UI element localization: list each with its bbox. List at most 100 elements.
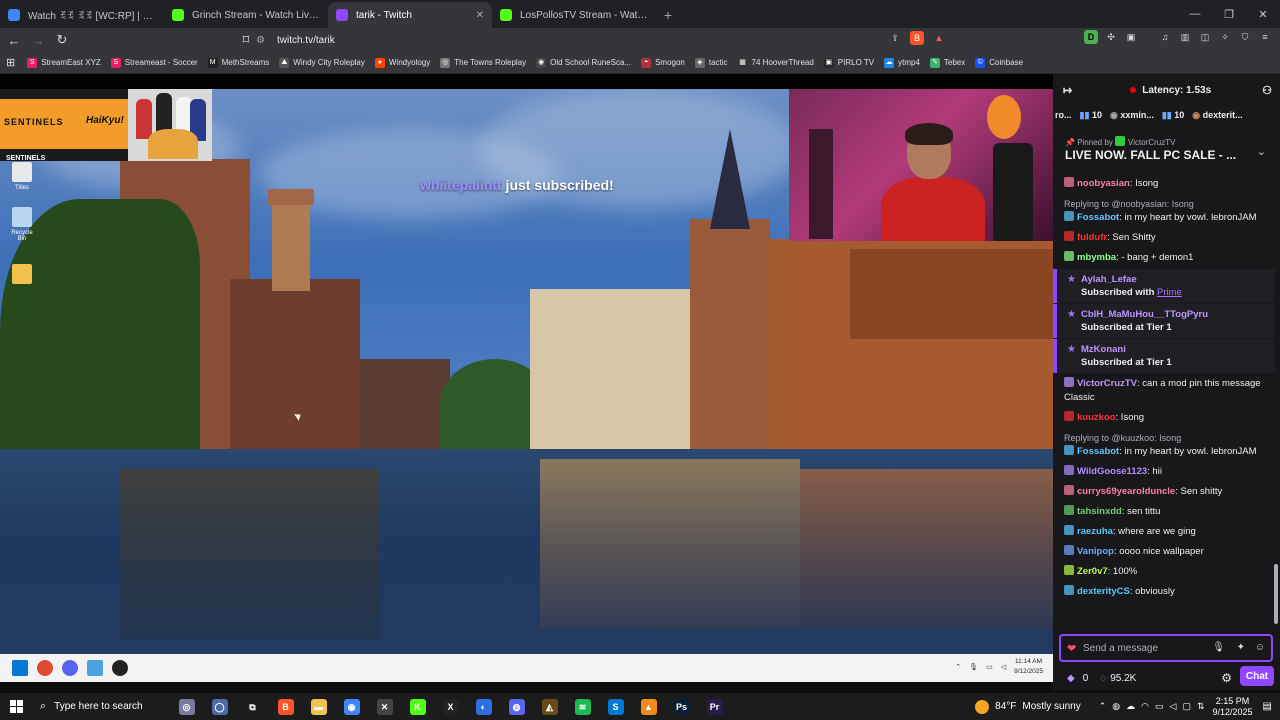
skype-icon[interactable]: S	[599, 693, 632, 720]
app-blue-icon[interactable]: ◐	[467, 693, 500, 720]
bookmark-item[interactable]: S StreamEast XYZ	[27, 57, 101, 68]
bookmark-item[interactable]: ◉ Old School RuneSca...	[536, 57, 631, 68]
system-clock[interactable]: 2:15 PM 9/12/2025	[1213, 696, 1253, 718]
cortana-icon[interactable]: ◯	[203, 693, 236, 720]
kick-icon[interactable]: K	[401, 693, 434, 720]
bookmark-item[interactable]: ☁ ytmp4	[884, 57, 920, 68]
discord-icon[interactable]: ◍	[500, 693, 533, 720]
vpn-icon[interactable]: ⛉	[1238, 30, 1252, 44]
leader-item[interactable]: ▮▮ 10	[1162, 110, 1184, 121]
leader-item[interactable]: ◉ dexterit...	[1192, 110, 1242, 121]
video-player[interactable]: SENTINELS HaiKyu! SENTINELS Titles Recyc…	[0, 74, 1053, 682]
chat-username[interactable]: VictorCruzTV	[1077, 378, 1137, 389]
taskbar-search[interactable]: ⌕ Type here to search	[32, 693, 170, 720]
bookmark-item[interactable]: © Coinbase	[975, 57, 1023, 68]
close-icon[interactable]: ✕	[1246, 0, 1280, 28]
chat-username[interactable]: currys69yearolduncle	[1077, 486, 1175, 497]
chevron-down-icon[interactable]: ⌄	[1257, 145, 1266, 158]
monitor-icon[interactable]: ▢	[1182, 701, 1191, 712]
chat-username[interactable]: noobyasian	[1077, 178, 1130, 189]
maximize-icon[interactable]: ❐	[1212, 0, 1246, 28]
start-button[interactable]	[0, 693, 32, 720]
tab-0[interactable]: Watch ꉂꉂ ꉂꉂ [WC:RP] | Streamable	[0, 2, 164, 28]
cloud-icon[interactable]: ☁	[1126, 701, 1135, 712]
bookmark-item[interactable]: ⛰ Windy City Roleplay	[279, 57, 365, 68]
extension-puzzle-icon[interactable]: ✣	[1104, 30, 1118, 44]
brave-rewards-icon[interactable]: ▲	[932, 31, 946, 45]
spotify-icon[interactable]: ≋	[566, 693, 599, 720]
desktop-icon-folder[interactable]	[8, 264, 36, 287]
minimize-icon[interactable]: —	[1178, 0, 1212, 28]
community-icon[interactable]: ⚇	[1262, 84, 1272, 97]
network-icon[interactable]: ⇅	[1197, 701, 1205, 712]
app-tray-icon[interactable]: ◍	[1112, 701, 1120, 712]
address-bar[interactable]: ⚙ twitch.tv/tarik ⇪ B ▲	[256, 30, 946, 50]
reload-icon[interactable]: ↻	[52, 30, 72, 50]
leader-item[interactable]: ▮▮ 10	[1080, 110, 1102, 121]
tab-close-icon[interactable]: ✕	[476, 10, 484, 21]
app-x-icon[interactable]: ✕	[368, 693, 401, 720]
battery-icon[interactable]: ▭	[1155, 701, 1164, 712]
forward-icon[interactable]: →	[28, 30, 48, 50]
sub-username[interactable]: CbIH_MaMuHou__TTogPyru	[1081, 308, 1269, 321]
share-icon[interactable]: ⇪	[888, 31, 902, 45]
chat-username[interactable]: kuuzkoo	[1077, 412, 1116, 423]
desktop-icon-recycle-bin[interactable]: Recycle Bin	[8, 207, 36, 242]
bookmark-item[interactable]: ◓ Smogon	[641, 57, 685, 68]
chat-username[interactable]: tahsinxdd	[1077, 506, 1122, 517]
wallet-icon[interactable]: ◫	[1198, 30, 1212, 44]
game-icon[interactable]: ◭	[533, 693, 566, 720]
site-settings-icon[interactable]: ⚙	[256, 35, 265, 46]
menu-icon[interactable]: ≡	[1258, 30, 1272, 44]
sub-username[interactable]: MzKonani	[1081, 343, 1269, 356]
desktop-icon-titles[interactable]: Titles	[8, 162, 36, 191]
volume-icon[interactable]: ◁	[1170, 701, 1177, 712]
tab-2[interactable]: tarik - Twitch ✕	[328, 2, 492, 28]
bookmark-item[interactable]: S Streameast - Soccer	[110, 57, 198, 68]
chevron-up-icon[interactable]: ⌃	[1099, 701, 1107, 712]
bookmark-item[interactable]: M MethStreams	[207, 57, 269, 68]
extension-square-icon[interactable]: ▣	[1124, 30, 1138, 44]
collapse-chat-icon[interactable]: ↦	[1063, 84, 1072, 97]
vlc-icon[interactable]: ▲	[632, 693, 665, 720]
leo-icon[interactable]: ✧	[1218, 30, 1232, 44]
reply-context[interactable]: Replying to @kuuzkoo: Isong	[1064, 431, 1269, 445]
tab-3[interactable]: LosPollosTV Stream - Watch Live on	[492, 2, 656, 28]
x-icon[interactable]: X	[434, 693, 467, 720]
chat-username[interactable]: mbymba	[1077, 252, 1116, 263]
new-tab-button[interactable]: +	[656, 2, 680, 28]
premiere-icon[interactable]: Pr	[698, 693, 731, 720]
chat-scrollbar[interactable]	[1274, 564, 1278, 624]
points-icon[interactable]: ◆	[1067, 673, 1075, 684]
file-explorer-icon[interactable]: ▬	[302, 693, 335, 720]
bookmark-item[interactable]: ● Windyology	[374, 57, 430, 68]
chat-username[interactable]: Vanipop	[1077, 546, 1114, 557]
chat-input[interactable]: ❤ Send a message 🎙 ✦ ☺	[1059, 634, 1273, 662]
leader-item[interactable]: ◉ xxmin...	[1110, 110, 1154, 121]
chat-username[interactable]: raezuha	[1077, 526, 1113, 537]
tab-1[interactable]: Grinch Stream - Watch Live on Kick	[164, 2, 328, 28]
media-icon[interactable]: ♫	[1158, 30, 1172, 44]
pinned-message[interactable]: 📌 Pinned by VictorCruzTV LIVE NOW. FALL …	[1059, 130, 1274, 170]
back-icon[interactable]: ←	[4, 30, 24, 50]
mic-icon[interactable]: 🎙	[1212, 642, 1225, 653]
sub-username[interactable]: Aylah_Lefae	[1081, 273, 1269, 286]
bookmark-item[interactable]: ◎ The Towns Roleplay	[440, 57, 526, 68]
bookmark-item[interactable]: ◈ tactic	[694, 57, 728, 68]
bookmark-icon[interactable]: ⌑	[236, 30, 256, 50]
photoshop-icon[interactable]: Ps	[665, 693, 698, 720]
brave-shield-icon[interactable]: B	[910, 31, 924, 45]
chrome-icon[interactable]: ◉	[335, 693, 368, 720]
chat-username[interactable]: WildGoose1123	[1077, 466, 1147, 477]
heart-icon[interactable]: ❤	[1067, 642, 1076, 655]
chat-username[interactable]: Fossabot	[1077, 212, 1119, 223]
sparkle-icon[interactable]: ✦	[1237, 642, 1245, 653]
sidebar-icon[interactable]: ▥	[1178, 30, 1192, 44]
emote-icon[interactable]: ☺	[1255, 642, 1265, 653]
wifi-icon[interactable]: ◠	[1141, 701, 1149, 712]
chat-send-button[interactable]: Chat	[1240, 666, 1274, 686]
settings-gear-icon[interactable]: ⚙	[1221, 671, 1232, 685]
chat-username[interactable]: fuldufr	[1077, 232, 1107, 243]
bookmark-item[interactable]: ▦ 74 HooverThread	[737, 57, 814, 68]
widgets-icon[interactable]: ◎	[170, 693, 203, 720]
